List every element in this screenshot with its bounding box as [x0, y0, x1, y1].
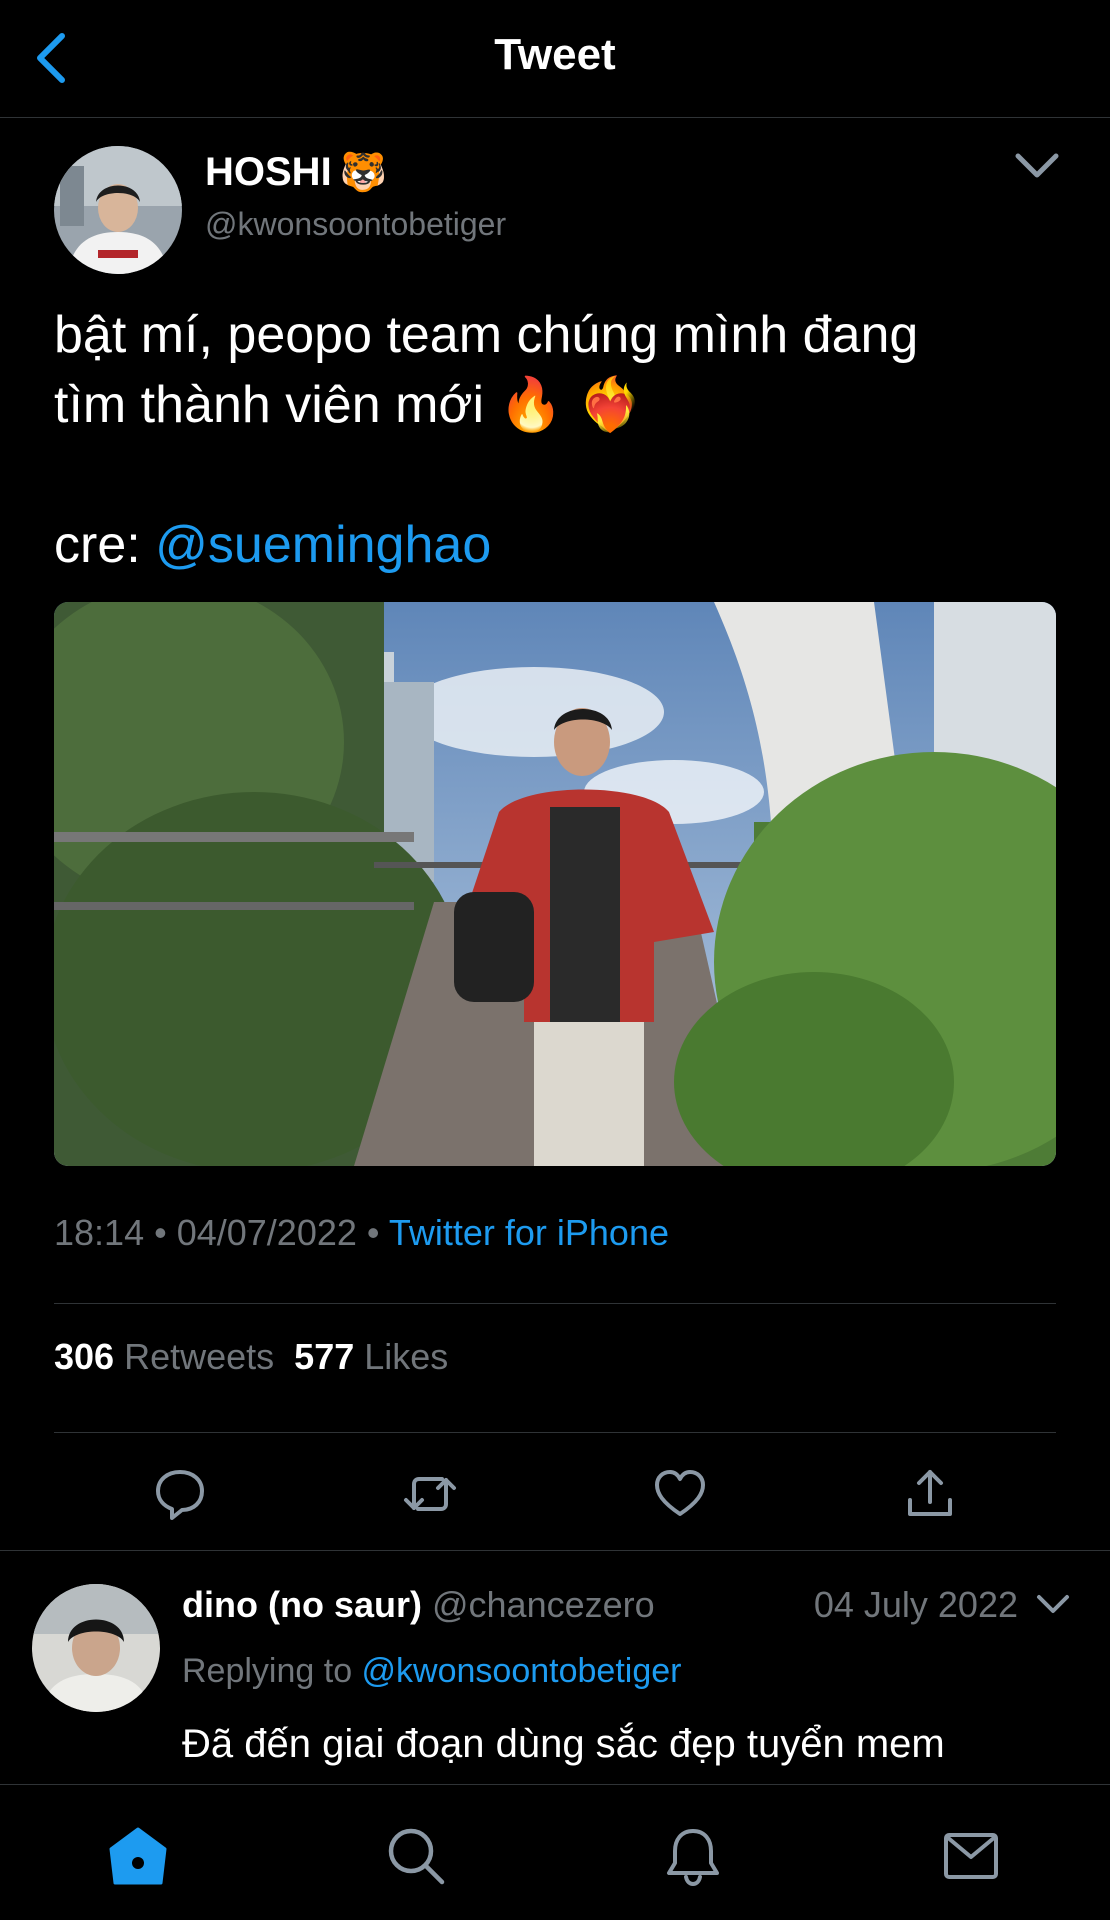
- chevron-down-icon: [1037, 1595, 1069, 1613]
- tab-search[interactable]: [385, 1825, 447, 1887]
- tab-messages[interactable]: [940, 1825, 1002, 1887]
- reply-options-button[interactable]: [1036, 1592, 1070, 1618]
- tweet-photo[interactable]: [54, 602, 1056, 1166]
- tweet-credit: cre: @sueminghao: [54, 510, 491, 580]
- tweet-text: bật mí, peopo team chúng mình đang tìm t…: [54, 306, 919, 434]
- likes-count: 577: [294, 1336, 355, 1377]
- retweets-label: Retweets: [124, 1336, 275, 1377]
- top-nav-bar: Tweet: [0, 0, 1110, 118]
- tweet-stats: 306 Retweets 577 Likes: [54, 1336, 448, 1378]
- separator: •: [356, 1212, 389, 1253]
- author-name[interactable]: HOSHI 🐯: [205, 150, 387, 195]
- retweet-button[interactable]: [402, 1466, 458, 1522]
- tiger-emoji: 🐯: [339, 152, 388, 194]
- reply-author-name: dino (no saur): [182, 1584, 422, 1625]
- retweets-count: 306: [54, 1336, 115, 1377]
- credit-mention-link[interactable]: @sueminghao: [155, 516, 491, 574]
- reply-text: Đã đến giai đoạn dùng sắc đẹp tuyển mem: [182, 1722, 945, 1766]
- bottom-tab-bar: [0, 1784, 1110, 1920]
- home-icon: [109, 1827, 167, 1885]
- share-button[interactable]: [902, 1466, 958, 1522]
- replying-to: Replying to @kwonsoontobetiger: [182, 1652, 681, 1691]
- tab-notifications[interactable]: [662, 1825, 724, 1887]
- replying-prefix: Replying to: [182, 1652, 362, 1690]
- like-icon: [655, 1470, 705, 1516]
- tweet-date: 04/07/2022: [176, 1212, 357, 1253]
- tab-home[interactable]: [107, 1825, 169, 1887]
- tweet-options-button[interactable]: [1014, 150, 1060, 182]
- share-icon: [908, 1470, 952, 1516]
- reply-icon: [156, 1470, 204, 1520]
- tweet-source-link[interactable]: Twitter for iPhone: [389, 1212, 669, 1253]
- search-icon: [388, 1828, 445, 1885]
- author-name-text: HOSHI: [205, 150, 332, 194]
- replying-handle-link[interactable]: @kwonsoontobetiger: [362, 1652, 682, 1690]
- credit-prefix: cre:: [54, 516, 156, 574]
- tweet-time: 18:14: [54, 1212, 145, 1253]
- reply-author-handle: @chancezero: [431, 1584, 655, 1625]
- likes-label: Likes: [364, 1336, 449, 1377]
- reply-date: 04 July 2022: [813, 1584, 1018, 1625]
- reply-author[interactable]: dino (no saur) @chancezero: [182, 1584, 655, 1626]
- divider: [0, 1550, 1110, 1551]
- author-handle[interactable]: @kwonsoontobetiger: [205, 206, 506, 243]
- reply-avatar[interactable]: [32, 1584, 160, 1712]
- page-title: Tweet: [494, 30, 616, 79]
- messages-icon: [944, 1833, 998, 1879]
- likes-stat[interactable]: 577 Likes: [294, 1336, 448, 1377]
- reply-button[interactable]: [152, 1466, 208, 1522]
- tweet-timestamp: 18:14 • 04/07/2022 • Twitter for iPhone: [54, 1212, 669, 1254]
- separator: •: [144, 1212, 177, 1253]
- divider: [54, 1303, 1056, 1304]
- like-button[interactable]: [652, 1466, 708, 1522]
- chevron-down-icon: [1015, 153, 1059, 178]
- retweet-icon: [404, 1477, 456, 1511]
- author-avatar[interactable]: [54, 146, 182, 274]
- notifications-icon: [667, 1829, 719, 1887]
- divider: [54, 1432, 1056, 1433]
- retweets-stat[interactable]: 306 Retweets: [54, 1336, 274, 1377]
